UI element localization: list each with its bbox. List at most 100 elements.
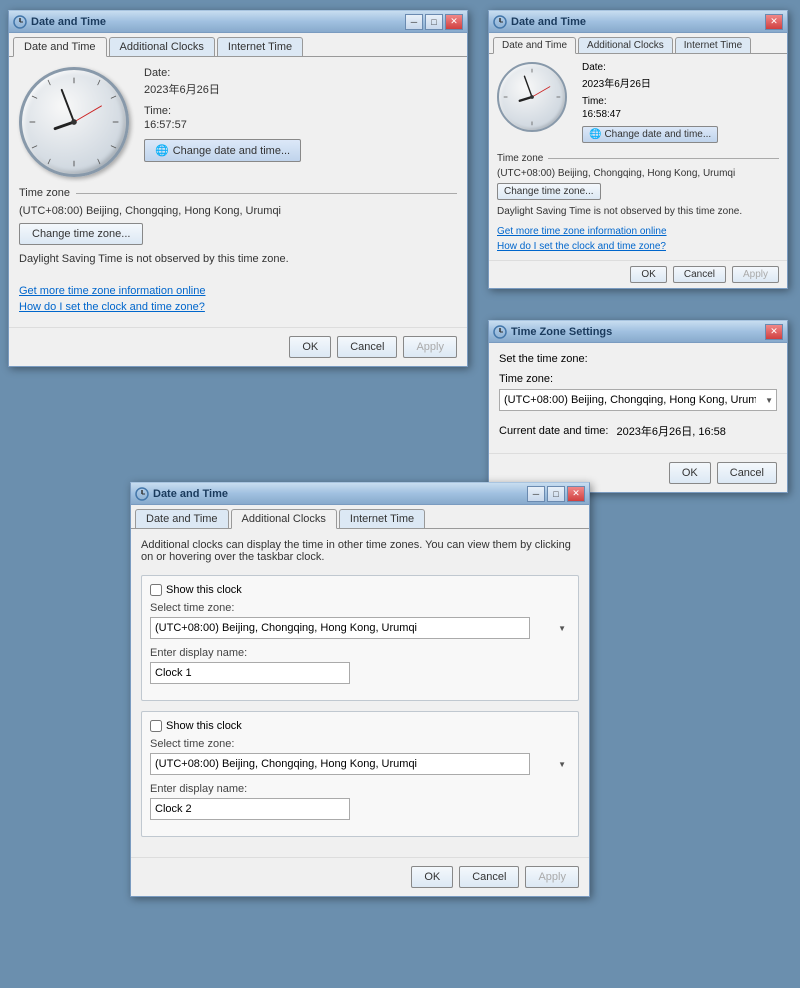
current-datetime-label: Current date and time: — [499, 425, 608, 437]
tab-internet-time-2[interactable]: Internet Time — [675, 37, 751, 53]
date-time-window-2: Date and Time ✕ Date and Time Additional… — [488, 10, 788, 289]
apply-button-2[interactable]: Apply — [732, 266, 779, 283]
clock1-checkbox[interactable] — [150, 584, 162, 596]
change-timezone-button[interactable]: Change time zone... — [19, 223, 143, 245]
date-time-window-main: Date and Time ─ □ ✕ Date and Time Additi… — [8, 10, 468, 367]
content-2: Date: 2023年6月26日 Time: 16:58:47 🌐 Change… — [489, 54, 787, 260]
minimize-button[interactable]: ─ — [405, 14, 423, 30]
clock-area: Date: 2023年6月26日 Time: 16:57:57 🌐 Change… — [19, 67, 457, 177]
change-timezone-button-2[interactable]: Change time zone... — [497, 183, 601, 200]
tab-date-time-main[interactable]: Date and Time — [13, 37, 107, 57]
analog-clock-2 — [497, 62, 567, 132]
close-button-3[interactable]: ✕ — [765, 324, 783, 340]
cancel-button-2[interactable]: Cancel — [673, 266, 726, 283]
date-value-2: 2023年6月26日 — [582, 75, 779, 90]
additional-clocks-content: Additional clocks can display the time i… — [131, 529, 589, 857]
clock-icon — [13, 15, 27, 29]
set-clock-link-2[interactable]: How do I set the clock and time zone? — [497, 241, 666, 252]
dst-note: Daylight Saving Time is not observed by … — [19, 253, 457, 265]
clock1-group: Show this clock Select time zone: (UTC+0… — [141, 575, 579, 701]
maximize-button[interactable]: □ — [425, 14, 443, 30]
clock2-tz-select[interactable]: (UTC+08:00) Beijing, Chongqing, Hong Kon… — [150, 753, 530, 775]
time-label-2: Time: — [582, 96, 779, 107]
main-content: Date: 2023年6月26日 Time: 16:57:57 🌐 Change… — [9, 57, 467, 327]
change-datetime-button[interactable]: 🌐 Change date and time... — [144, 139, 301, 162]
title-bar-3: Time Zone Settings ✕ — [489, 321, 787, 343]
clock1-tz-label: Select time zone: — [150, 602, 570, 614]
datetime-info-2: Date: 2023年6月26日 Time: 16:58:47 🌐 Change… — [582, 62, 779, 143]
description-text: Additional clocks can display the time i… — [141, 539, 579, 563]
timezone-section-label: Time zone — [19, 187, 457, 199]
apply-button-main[interactable]: Apply — [403, 336, 457, 358]
timezone-settings-content: Set the time zone: Time zone: (UTC+08:00… — [489, 343, 787, 453]
time-value: 16:57:57 — [144, 119, 457, 131]
clock2-name-field: Enter display name: document.currentScri… — [150, 783, 570, 820]
close-button-2[interactable]: ✕ — [765, 14, 783, 30]
tab-additional-clocks-4[interactable]: Additional Clocks — [231, 509, 337, 529]
ok-button-main[interactable]: OK — [289, 336, 331, 358]
clock1-show-label: Show this clock — [166, 584, 242, 596]
close-button-main[interactable]: ✕ — [445, 14, 463, 30]
date-label: Date: — [144, 67, 457, 79]
tab-additional-clocks-main[interactable]: Additional Clocks — [109, 37, 215, 56]
tz-section-2: Time zone — [497, 153, 779, 164]
set-timezone-label: Set the time zone: — [499, 353, 777, 365]
cancel-button-3[interactable]: Cancel — [717, 462, 777, 484]
tab-date-time-2[interactable]: Date and Time — [493, 37, 576, 54]
minimize-button-4[interactable]: ─ — [527, 486, 545, 502]
timezone-select[interactable]: (UTC+08:00) Beijing, Chongqing, Hong Kon… — [499, 389, 777, 411]
ok-button-4[interactable]: OK — [411, 866, 453, 888]
title-bar-main: Date and Time ─ □ ✕ — [9, 11, 467, 33]
tab-bar-4: Date and Time Additional Clocks Internet… — [131, 505, 589, 529]
clock2-show-label: Show this clock — [166, 720, 242, 732]
clock1-tz-select[interactable]: (UTC+08:00) Beijing, Chongqing, Hong Kon… — [150, 617, 530, 639]
clock1-name-label: Enter display name: — [150, 647, 570, 659]
set-clock-link[interactable]: How do I set the clock and time zone? — [19, 301, 205, 313]
clock1-name-input[interactable] — [150, 662, 350, 684]
window-title-3: Time Zone Settings — [511, 326, 765, 338]
cancel-button-main[interactable]: Cancel — [337, 336, 397, 358]
time-label: Time: — [144, 105, 457, 117]
clock2-name-label: Enter display name: — [150, 783, 570, 795]
cancel-button-4[interactable]: Cancel — [459, 866, 519, 888]
clock1-name-field: Enter display name: document.currentScri… — [150, 647, 570, 684]
clock2-checkbox[interactable] — [150, 720, 162, 732]
datetime-info: Date: 2023年6月26日 Time: 16:57:57 🌐 Change… — [144, 67, 457, 162]
tz-info-link-2[interactable]: Get more time zone information online — [497, 226, 667, 237]
tab-date-time-4[interactable]: Date and Time — [135, 509, 229, 528]
apply-button-4[interactable]: Apply — [525, 866, 579, 888]
globe-icon-2: 🌐 — [589, 129, 601, 140]
timezone-settings-window: Time Zone Settings ✕ Set the time zone: … — [488, 320, 788, 493]
ok-button-3[interactable]: OK — [669, 462, 711, 484]
clock2-tz-select-wrapper: (UTC+08:00) Beijing, Chongqing, Hong Kon… — [150, 753, 570, 775]
window-controls-4: ─ □ ✕ — [527, 486, 585, 502]
title-bar-4: Date and Time ─ □ ✕ — [131, 483, 589, 505]
clock2-tz-field: Select time zone: (UTC+08:00) Beijing, C… — [150, 738, 570, 775]
ok-button-2[interactable]: OK — [630, 266, 666, 283]
window-controls-2: ✕ — [765, 14, 783, 30]
clock-icon-3 — [493, 325, 507, 339]
bottom-buttons-4: OK Cancel Apply — [131, 857, 589, 896]
dst-note-2: Daylight Saving Time is not observed by … — [497, 206, 779, 217]
bottom-buttons-main: OK Cancel Apply — [9, 327, 467, 366]
timezone-display-2: (UTC+08:00) Beijing, Chongqing, Hong Kon… — [497, 168, 779, 179]
clock-icon-2 — [493, 15, 507, 29]
window-controls: ─ □ ✕ — [405, 14, 463, 30]
additional-clocks-window: Date and Time ─ □ ✕ Date and Time Additi… — [130, 482, 590, 897]
tab-bar-2: Date and Time Additional Clocks Internet… — [489, 33, 787, 54]
clock2-checkbox-row: Show this clock — [150, 720, 570, 732]
timezone-field-label: Time zone: — [499, 373, 777, 385]
window-controls-3: ✕ — [765, 324, 783, 340]
close-button-4[interactable]: ✕ — [567, 486, 585, 502]
timezone-info-link[interactable]: Get more time zone information online — [19, 285, 205, 297]
timezone-select-wrapper: (UTC+08:00) Beijing, Chongqing, Hong Kon… — [499, 389, 777, 411]
clock-icon-4 — [135, 487, 149, 501]
clock2-group: Show this clock Select time zone: (UTC+0… — [141, 711, 579, 837]
clock2-name-input[interactable] — [150, 798, 350, 820]
clock-area-2: Date: 2023年6月26日 Time: 16:58:47 🌐 Change… — [497, 62, 779, 143]
tab-internet-time-4[interactable]: Internet Time — [339, 509, 425, 528]
tab-internet-time-main[interactable]: Internet Time — [217, 37, 303, 56]
change-datetime-button-2[interactable]: 🌐 Change date and time... — [582, 126, 718, 143]
tab-additional-clocks-2[interactable]: Additional Clocks — [578, 37, 673, 53]
maximize-button-4[interactable]: □ — [547, 486, 565, 502]
